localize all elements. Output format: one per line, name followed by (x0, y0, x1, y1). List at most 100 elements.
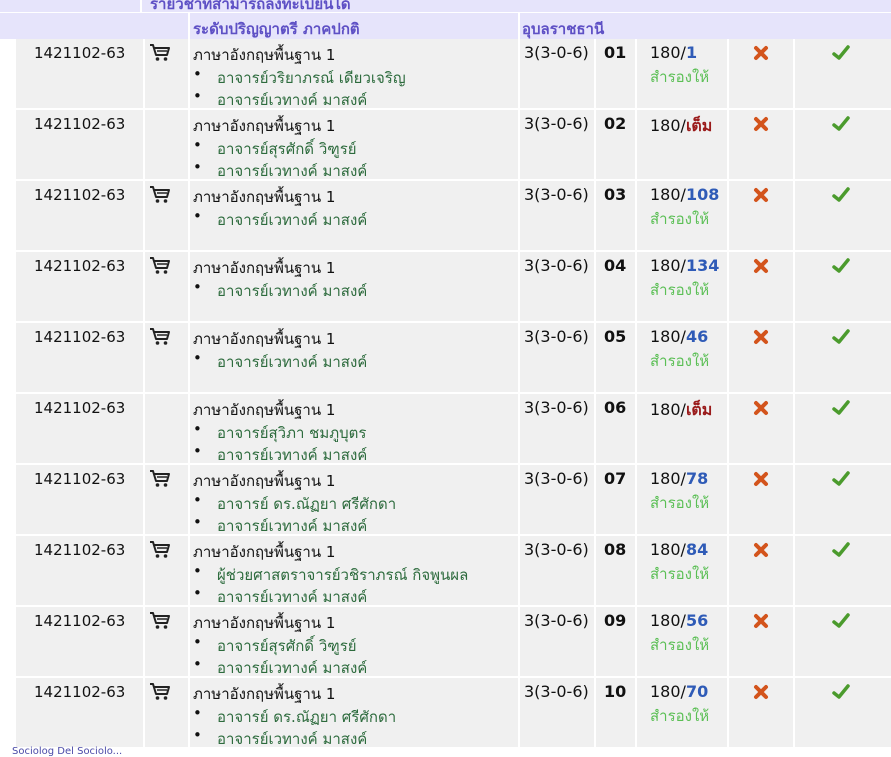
course-code: 1421102-63 (34, 328, 126, 346)
campus-label: อุบลราชธานี (522, 20, 605, 38)
seat-full-label: เต็ม (685, 400, 713, 419)
instructor-item: อาจารย์ ดร.ณัฏยา ศรีศักดา (193, 704, 396, 729)
course-title: ภาษาอังกฤษพื้นฐาน 1 (193, 401, 336, 419)
reserve-label: สำรองให้ (650, 352, 710, 370)
course-code: 1421102-63 (34, 399, 126, 417)
shopping-cart-icon[interactable] (149, 611, 171, 631)
table-row: 1421102-63 ภาษาอังกฤษพื้นฐาน 1อาจารย์เวทา… (0, 252, 891, 321)
seat-remaining: 56 (685, 611, 709, 630)
table-row: 1421102-63 ภาษาอังกฤษพื้นฐาน 1อาจารย์เวทา… (0, 181, 891, 250)
instructor-item: อาจารย์เวทางค์ มาสงค์ (193, 349, 367, 374)
seat-capacity: 180/ (650, 400, 686, 419)
footer-link[interactable]: Sociolog Del Sociolo... (12, 746, 122, 757)
delete-x-icon[interactable] (753, 329, 769, 345)
course-code: 1421102-63 (34, 612, 126, 630)
delete-x-icon[interactable] (753, 542, 769, 558)
delete-x-icon[interactable] (753, 258, 769, 274)
shopping-cart-icon[interactable] (149, 327, 171, 347)
course-title: ภาษาอังกฤษพื้นฐาน 1 (193, 117, 336, 135)
shopping-cart-icon[interactable] (149, 256, 171, 276)
delete-x-icon[interactable] (753, 400, 769, 416)
section-number: 09 (604, 611, 627, 630)
checkmark-icon[interactable] (832, 329, 850, 345)
checkmark-icon[interactable] (832, 116, 850, 132)
table-row: 1421102-63 ภาษาอังกฤษพื้นฐาน 1ผู้ช่วยศาสต… (0, 536, 891, 606)
credit-value: 3(3-0-6) (524, 682, 589, 701)
seat-remaining: 46 (685, 327, 709, 346)
reserve-label: สำรองให้ (650, 565, 710, 583)
sub-header: ระดับปริญญาตรี ภาคปกติ อุบลราชธานี (0, 13, 891, 39)
table-row: 1421102-63 ภาษาอังกฤษพื้นฐาน 1อาจารย์ ดร.… (0, 678, 891, 748)
shopping-cart-icon[interactable] (149, 682, 171, 702)
seat-full-label: เต็ม (685, 116, 713, 135)
reserve-label: สำรองให้ (650, 210, 710, 228)
shopping-cart-icon[interactable] (149, 469, 171, 489)
seat-count: 180/134 (650, 256, 719, 275)
seat-remaining: 70 (685, 682, 709, 701)
checkmark-icon[interactable] (832, 471, 850, 487)
shopping-cart-icon[interactable] (149, 540, 171, 560)
seat-count: 180/1 (650, 43, 697, 62)
instructor-item: อาจารย์เวทางค์ มาสงค์ (193, 655, 367, 680)
course-code: 1421102-63 (34, 683, 126, 701)
seat-count: 180/78 (650, 469, 708, 488)
checkmark-icon[interactable] (832, 400, 850, 416)
checkmark-icon[interactable] (832, 258, 850, 274)
section-number: 02 (604, 114, 627, 133)
section-number: 06 (604, 398, 627, 417)
checkmark-icon[interactable] (832, 45, 850, 61)
delete-x-icon[interactable] (753, 471, 769, 487)
section-number: 05 (604, 327, 627, 346)
shopping-cart-icon[interactable] (149, 185, 171, 205)
section-number: 08 (604, 540, 627, 559)
instructor-item: อาจารย์เวทางค์ มาสงค์ (193, 158, 367, 183)
credit-value: 3(3-0-6) (524, 185, 589, 204)
course-title: ภาษาอังกฤษพื้นฐาน 1 (193, 188, 336, 206)
seat-capacity: 180/ (650, 185, 686, 204)
instructor-item: อาจารย์เวทางค์ มาสงค์ (193, 207, 367, 232)
reserve-label: สำรองให้ (650, 281, 710, 299)
instructor-item: อาจารย์เวทางค์ มาสงค์ (193, 278, 367, 303)
shopping-cart-icon[interactable] (149, 43, 171, 63)
section-number: 01 (604, 43, 627, 62)
instructor-item: อาจารย์เวทางค์ มาสงค์ (193, 584, 367, 609)
checkmark-icon[interactable] (832, 542, 850, 558)
credit-value: 3(3-0-6) (524, 43, 589, 62)
credit-value: 3(3-0-6) (524, 611, 589, 630)
course-table: 1421102-63ภาษาอังกฤษพื้นฐาน 1อาจารย์วริย… (0, 39, 891, 753)
table-row: 1421102-63 ภาษาอังกฤษพื้นฐาน 1อาจารย์ ดร.… (0, 465, 891, 535)
seat-capacity: 180/ (650, 43, 686, 62)
checkmark-icon[interactable] (832, 613, 850, 629)
credit-value: 3(3-0-6) (524, 540, 589, 559)
seat-count: 180/108 (650, 185, 719, 204)
table-cell (145, 394, 188, 463)
seat-count: 180/เต็ม (650, 114, 712, 139)
course-title: ภาษาอังกฤษพื้นฐาน 1 (193, 330, 336, 348)
seat-capacity: 180/ (650, 682, 686, 701)
section-number: 03 (604, 185, 627, 204)
credit-value: 3(3-0-6) (524, 398, 589, 417)
delete-x-icon[interactable] (753, 613, 769, 629)
delete-x-icon[interactable] (753, 684, 769, 700)
delete-x-icon[interactable] (753, 187, 769, 203)
reserve-label: สำรองให้ (650, 707, 710, 725)
instructor-item: อาจารย์เวทางค์ มาสงค์ (193, 87, 367, 112)
checkmark-icon[interactable] (832, 187, 850, 203)
seat-capacity: 180/ (650, 256, 686, 275)
checkmark-icon[interactable] (832, 684, 850, 700)
course-code: 1421102-63 (34, 44, 126, 62)
delete-x-icon[interactable] (753, 45, 769, 61)
table-row: 1421102-63 ภาษาอังกฤษพื้นฐาน 1อาจารย์เวทา… (0, 323, 891, 392)
seat-remaining: 1 (685, 43, 698, 62)
credit-value: 3(3-0-6) (524, 256, 589, 275)
instructor-item: อาจารย์วริยาภรณ์ เดียวเจริญ (193, 65, 406, 90)
top-header: รายวิชาที่สามารถลงทะเบียนได้ (0, 0, 891, 13)
seat-capacity: 180/ (650, 116, 686, 135)
instructor-item: อาจารย์สุรศักดิ์ วิฑูรย์ (193, 136, 356, 161)
seat-remaining: 78 (685, 469, 709, 488)
course-code: 1421102-63 (34, 470, 126, 488)
course-title: ภาษาอังกฤษพื้นฐาน 1 (193, 259, 336, 277)
course-title: ภาษาอังกฤษพื้นฐาน 1 (193, 46, 336, 64)
program-label: ระดับปริญญาตรี ภาคปกติ (193, 20, 360, 38)
delete-x-icon[interactable] (753, 116, 769, 132)
